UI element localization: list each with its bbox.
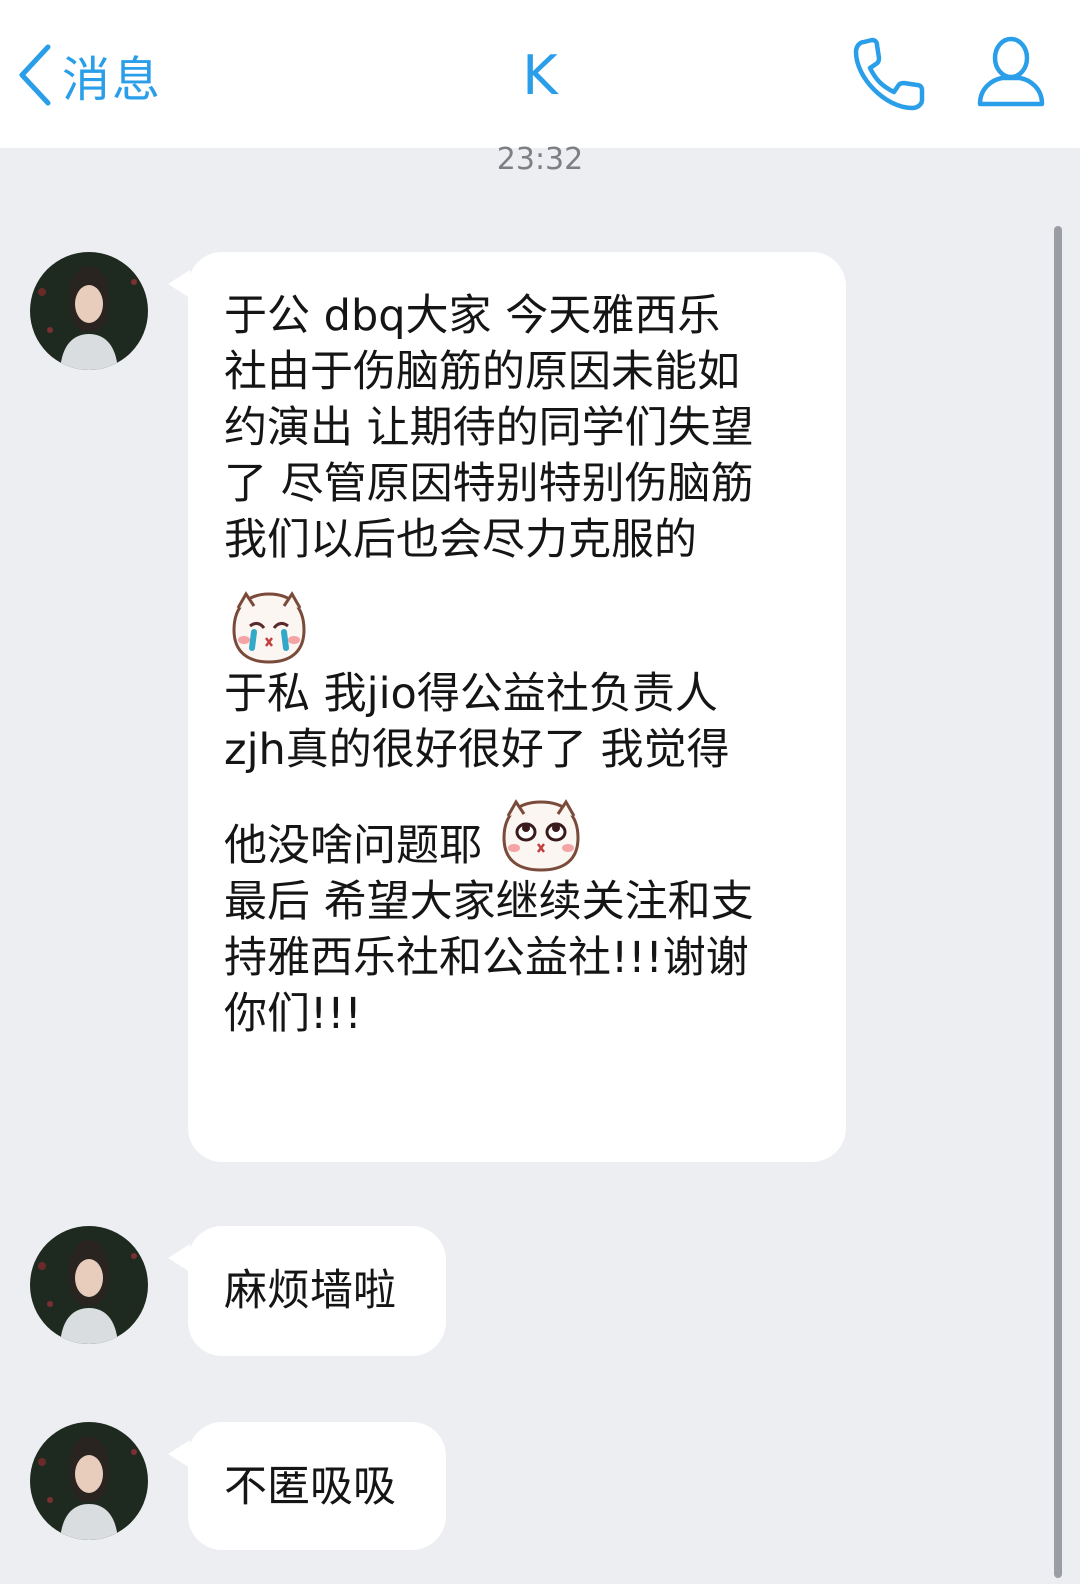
message-line: 社由于伤脑筋的原因未能如 — [224, 347, 740, 397]
phone-icon — [853, 37, 925, 111]
message-line: 于私 我jio得公益社负责人 — [224, 669, 718, 719]
profile-button[interactable] — [974, 34, 1048, 110]
message-line: 最后 希望大家继续关注和支 — [224, 877, 754, 927]
message-text: 麻烦墙啦 — [224, 1266, 396, 1316]
message-timestamp: 23:32 — [496, 142, 584, 177]
message-line: 了 尽管原因特别特别伤脑筋 — [224, 459, 754, 509]
crying-face-emoji — [224, 590, 314, 666]
message-line: 持雅西乐社和公益社!!!谢谢 — [224, 933, 749, 983]
avatar-image — [30, 1422, 148, 1540]
nav-header: 消息 K — [0, 0, 1080, 148]
message-bubble[interactable]: 于公 dbq大家 今天雅西乐 社由于伤脑筋的原因未能如 约演出 让期待的同学们失… — [168, 252, 846, 1162]
message-line: zjh真的很好很好了 我觉得 — [224, 725, 730, 775]
scrollbar[interactable] — [1054, 226, 1062, 1578]
hopeful-face-emoji — [496, 798, 586, 874]
person-icon — [977, 36, 1045, 107]
message-line: 他没啥问题耶 — [224, 798, 846, 874]
avatar[interactable] — [30, 1226, 148, 1344]
avatar[interactable] — [30, 1422, 148, 1540]
chat-screen: 消息 K 23:32 于公 dbq大家 今天雅西乐 社由于伤脑筋的原因未能如 约… — [0, 0, 1080, 1584]
message-text: 不匿吸吸 — [224, 1462, 396, 1512]
message-line: 于公 dbq大家 今天雅西乐 — [224, 291, 721, 341]
message-bubble[interactable]: 麻烦墙啦 — [168, 1226, 446, 1356]
avatar-image — [30, 252, 148, 370]
avatar[interactable] — [30, 252, 148, 370]
message-line: 我们以后也会尽力克服的 — [224, 515, 697, 565]
message-text: 他没啥问题耶 — [224, 821, 482, 871]
message-line: 约演出 让期待的同学们失望 — [224, 403, 754, 453]
avatar-image — [30, 1226, 148, 1344]
message-bubble[interactable]: 不匿吸吸 — [168, 1422, 446, 1550]
message-line: 你们!!! — [224, 989, 362, 1039]
call-button[interactable] — [850, 34, 932, 114]
